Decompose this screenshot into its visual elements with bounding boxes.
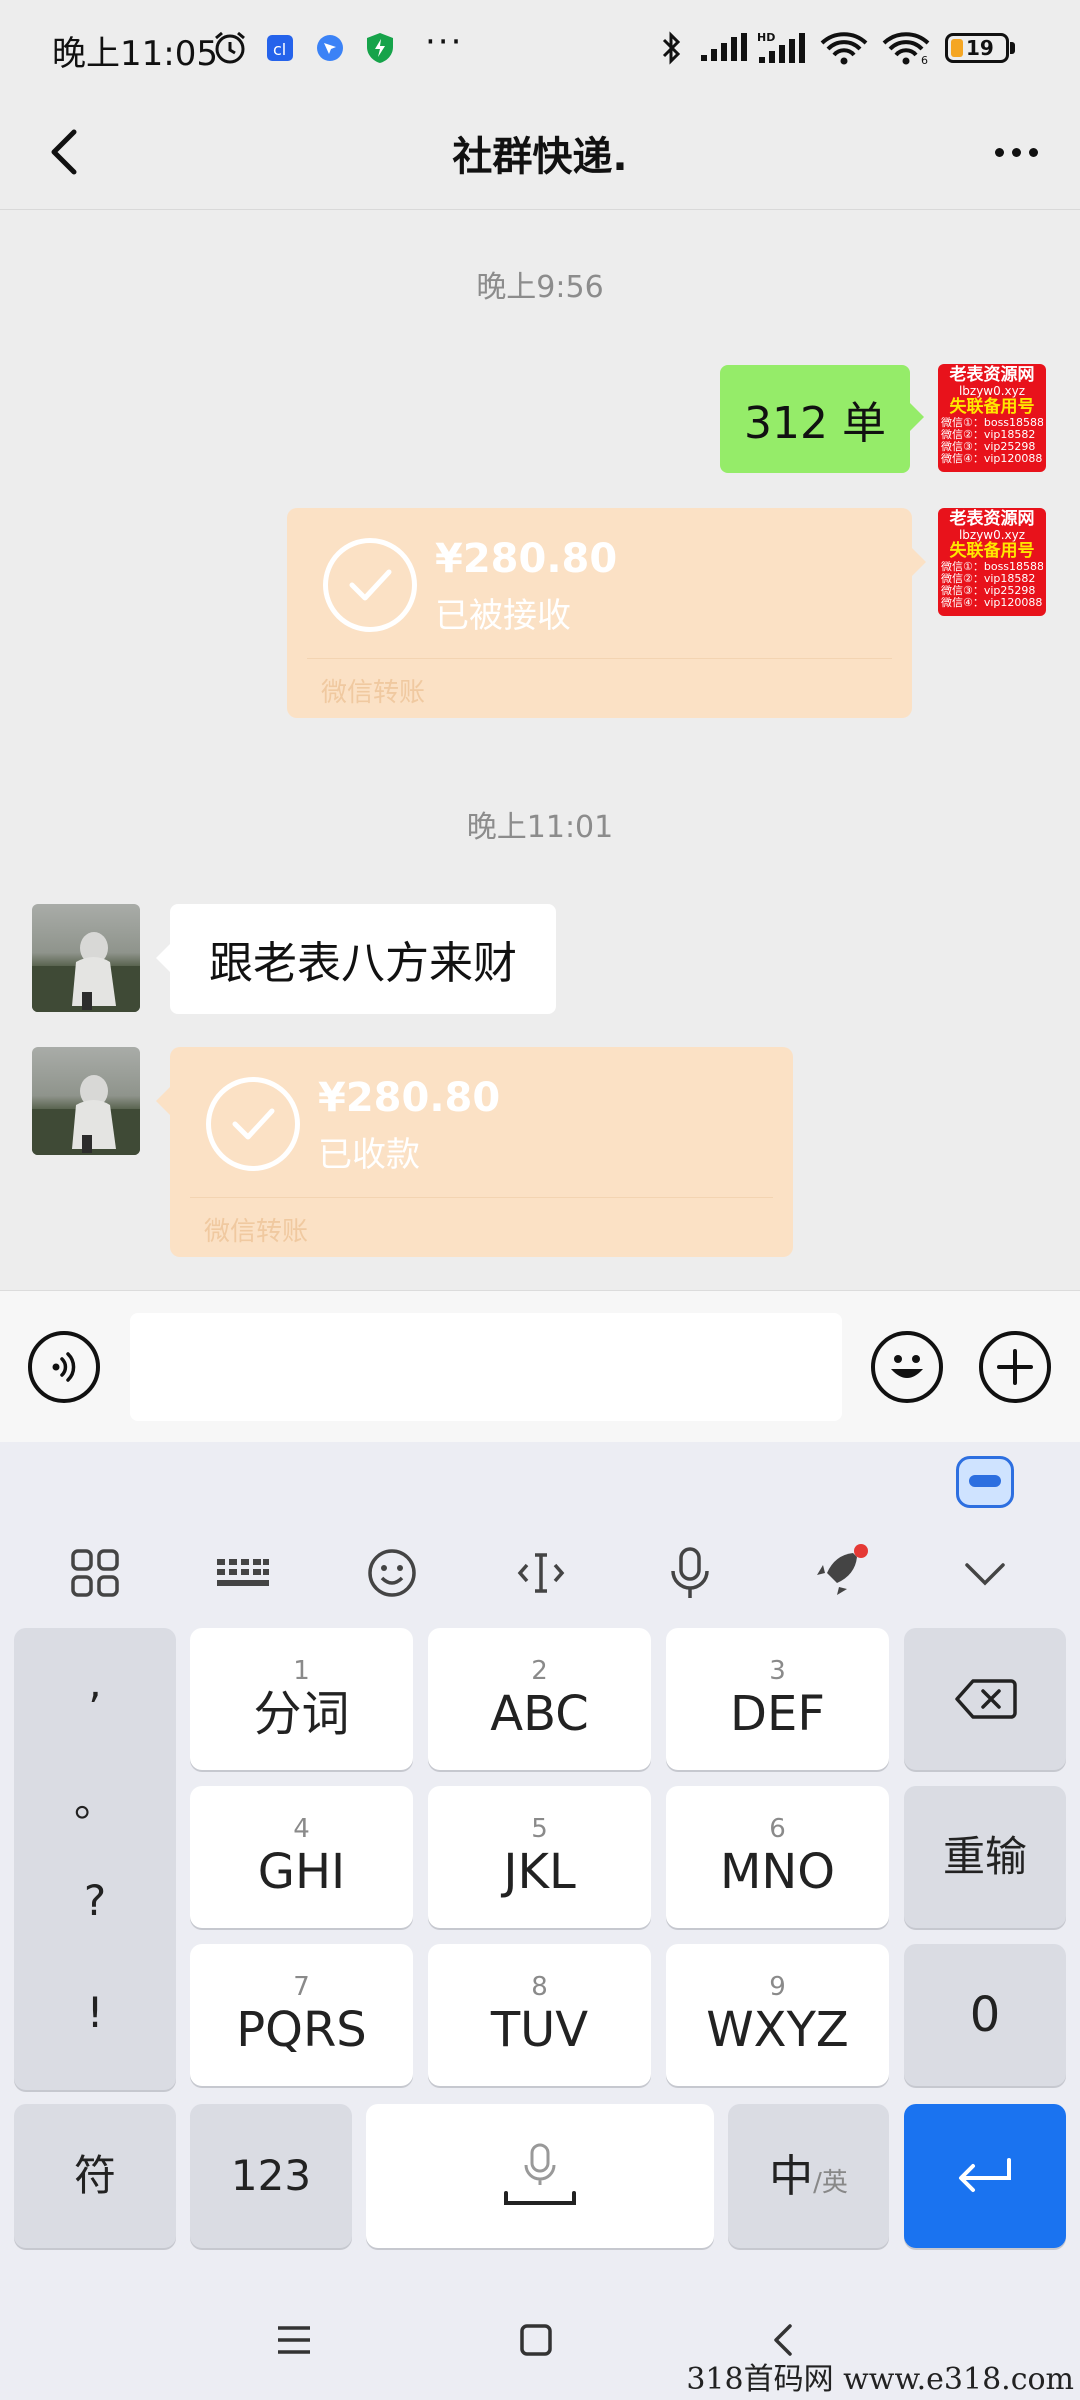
battery-icon: 19 — [945, 33, 1009, 63]
key-5-jkl[interactable]: 5 JKL — [428, 1786, 651, 1928]
wifi-icon — [818, 30, 870, 66]
alarm-icon — [212, 30, 248, 66]
punctuation-column[interactable]: , 。 ? ! — [14, 1628, 176, 2090]
cursor-edit-icon[interactable] — [506, 1538, 576, 1608]
sent-transfer-card[interactable]: ¥280.80 已被接收 微信转账 — [287, 508, 926, 718]
svg-text:HD: HD — [757, 31, 775, 44]
message-input-bar — [0, 1290, 1080, 1442]
chat-title: 社群快递. — [452, 134, 628, 180]
message-input[interactable] — [130, 1313, 842, 1421]
transfer-footer: 微信转账 — [321, 678, 426, 708]
back-arrow-icon — [774, 2324, 792, 2356]
punct-period[interactable]: 。 — [14, 1768, 176, 1829]
keyboard-assistant-icon[interactable] — [956, 1456, 1014, 1508]
app-notification-icon: cl — [262, 30, 298, 66]
more-options-button[interactable] — [980, 120, 1052, 184]
plus-icon — [997, 1349, 1033, 1385]
punct-exclaim[interactable]: ! — [14, 1988, 176, 2037]
key-4-ghi[interactable]: 4 GHI — [190, 1786, 413, 1928]
enter-arrow-icon — [959, 2158, 1011, 2192]
key-6-mno[interactable]: 6 MNO — [666, 1786, 889, 1928]
status-time: 晚上11:05 — [52, 34, 218, 74]
check-circle-icon — [323, 538, 417, 632]
backspace-key[interactable] — [904, 1628, 1066, 1770]
retype-key[interactable]: 重输 — [904, 1786, 1066, 1928]
punct-question[interactable]: ? — [14, 1876, 176, 1925]
menu-nav-button[interactable] — [264, 2310, 324, 2370]
chat-header: 社群快递. — [0, 96, 1080, 210]
zero-key[interactable]: 0 — [904, 1944, 1066, 2086]
key-1-segment[interactable]: 1 分词 — [190, 1628, 413, 1770]
apps-grid-icon[interactable] — [60, 1538, 130, 1608]
backspace-icon — [955, 1679, 1017, 1719]
security-shield-icon — [362, 30, 398, 66]
message-timestamp: 晚上11:01 — [466, 810, 614, 845]
language-switch-key[interactable]: 中/英 — [728, 2104, 889, 2248]
rocket-boost-icon[interactable] — [804, 1538, 874, 1608]
received-transfer-card[interactable]: ¥280.80 已收款 微信转账 — [156, 1047, 793, 1257]
system-nav-bar: 318首码网 www.e318.com — [0, 2280, 1080, 2400]
transfer-amount: ¥280.80 — [435, 536, 618, 582]
menu-icon — [278, 2326, 310, 2354]
location-app-icon — [312, 30, 348, 66]
key-2-abc[interactable]: 2 ABC — [428, 1628, 651, 1770]
status-more-icon: ··· — [425, 22, 464, 62]
space-key[interactable] — [366, 2104, 714, 2248]
contact-avatar[interactable] — [32, 904, 140, 1012]
contact-avatar[interactable] — [32, 1047, 140, 1155]
bluetooth-icon — [654, 30, 690, 66]
battery-level: 19 — [966, 36, 994, 60]
hd-signal-icon: HD — [756, 30, 808, 66]
wifi-6-icon: 6 — [880, 30, 932, 66]
transfer-status: 已收款 — [318, 1135, 420, 1175]
key-9-wxyz[interactable]: 9 WXYZ — [666, 1944, 889, 2086]
check-circle-icon — [206, 1077, 300, 1171]
ime-keyboard: , 。 ? ! 1 分词 2 ABC 3 DEF 4 GHI 5 JKL 6 MNO 重输 … — [0, 1442, 1080, 2400]
key-7-pqrs[interactable]: 7 PQRS — [190, 1944, 413, 2086]
space-mic-icon — [504, 2143, 576, 2205]
collapse-keyboard-icon[interactable] — [950, 1538, 1020, 1608]
home-square-icon — [520, 2324, 552, 2356]
sent-text-message[interactable]: 312 单 — [720, 365, 924, 473]
voice-mode-button[interactable] — [28, 1331, 100, 1403]
received-text-message[interactable]: 跟老表八方来财 — [156, 904, 556, 1014]
microphone-icon[interactable] — [655, 1538, 725, 1608]
key-3-def[interactable]: 3 DEF — [666, 1628, 889, 1770]
status-bar: 晚上11:05 cl ··· HD 6 19 — [0, 0, 1080, 96]
voice-icon — [52, 1352, 76, 1382]
message-timestamp: 晚上9:56 — [476, 270, 604, 305]
watermark: 318首码网 www.e318.com — [686, 2362, 1074, 2397]
emoji-button[interactable] — [871, 1331, 943, 1403]
home-nav-button[interactable] — [506, 2310, 566, 2370]
enter-key[interactable] — [904, 2104, 1066, 2248]
transfer-status: 已被接收 — [435, 596, 571, 636]
add-attachment-button[interactable] — [979, 1331, 1051, 1403]
key-8-tuv[interactable]: 8 TUV — [428, 1944, 651, 2086]
signal-icon — [698, 30, 750, 66]
svg-text:cl: cl — [273, 40, 286, 59]
smiley-icon — [891, 1355, 923, 1378]
keyboard-layout-icon[interactable] — [208, 1538, 278, 1608]
symbols-key[interactable]: 符 — [14, 2104, 176, 2248]
numbers-key[interactable]: 123 — [190, 2104, 352, 2248]
punct-comma[interactable]: , — [14, 1658, 176, 1707]
emoji-panel-icon[interactable] — [357, 1538, 427, 1608]
self-avatar[interactable]: 老表资源网 lbzyw0.xyz 失联备用号 微信①：boss18588 微信②… — [938, 364, 1046, 472]
transfer-amount: ¥280.80 — [318, 1075, 501, 1121]
svg-text:6: 6 — [921, 54, 928, 65]
transfer-footer: 微信转账 — [204, 1217, 309, 1247]
self-avatar[interactable]: 老表资源网 lbzyw0.xyz 失联备用号 微信①：boss18588 微信②… — [938, 508, 1046, 616]
